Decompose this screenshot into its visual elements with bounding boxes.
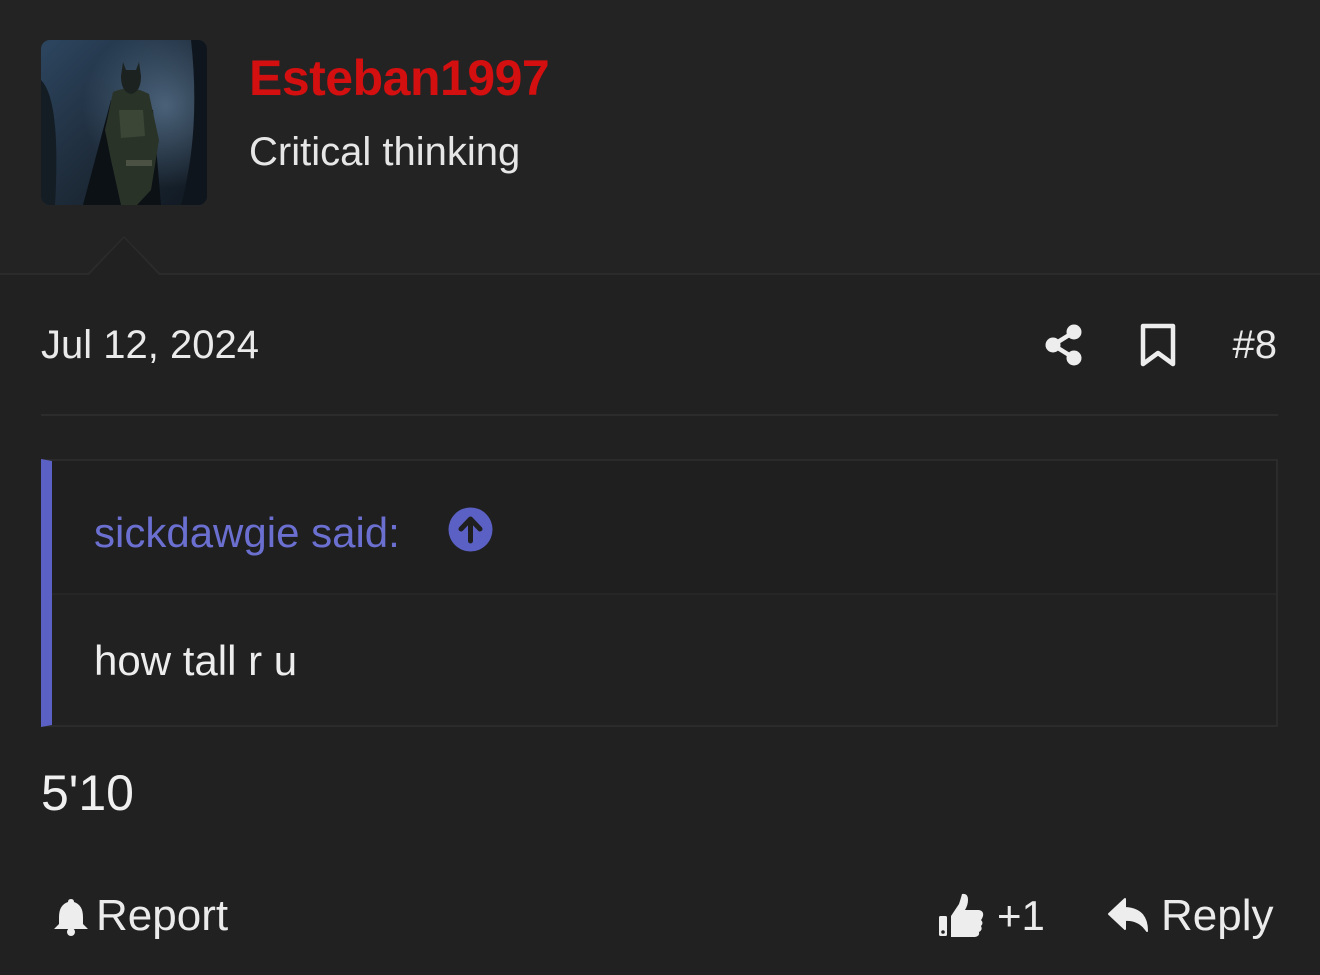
post-body: 5'10 <box>41 765 134 821</box>
report-button[interactable]: Report <box>52 888 228 944</box>
avatar[interactable] <box>41 40 207 205</box>
share-icon[interactable] <box>1044 323 1084 367</box>
user-title: Critical thinking <box>249 130 521 174</box>
username[interactable]: Esteban1997 <box>249 49 550 107</box>
post-date[interactable]: Jul 12, 2024 <box>41 323 259 368</box>
report-label: Report <box>96 891 229 940</box>
like-count: +1 <box>997 892 1045 939</box>
user-header: Esteban1997 Critical thinking <box>0 0 1320 275</box>
arrow-up-circle-icon[interactable] <box>448 507 493 552</box>
quote-text: how tall r u <box>94 637 298 684</box>
quote-author[interactable]: sickdawgie said: <box>94 509 400 557</box>
bell-icon <box>54 899 88 936</box>
quote-header: sickdawgie said: <box>52 461 1276 595</box>
thumbs-up-icon <box>939 893 984 937</box>
forum-post: Esteban1997 Critical thinking Jul 12, 20… <box>0 0 1320 975</box>
quote-block: sickdawgie said: how tall r u <box>41 459 1278 727</box>
reply-button[interactable]: Reply <box>1107 888 1274 944</box>
reply-label: Reply <box>1161 891 1274 940</box>
reply-arrow-icon <box>1108 898 1148 932</box>
like-button[interactable]: +1 <box>937 888 1045 944</box>
divider <box>41 414 1278 416</box>
bookmark-icon[interactable] <box>1139 323 1177 367</box>
post-number[interactable]: #8 <box>1233 323 1278 368</box>
